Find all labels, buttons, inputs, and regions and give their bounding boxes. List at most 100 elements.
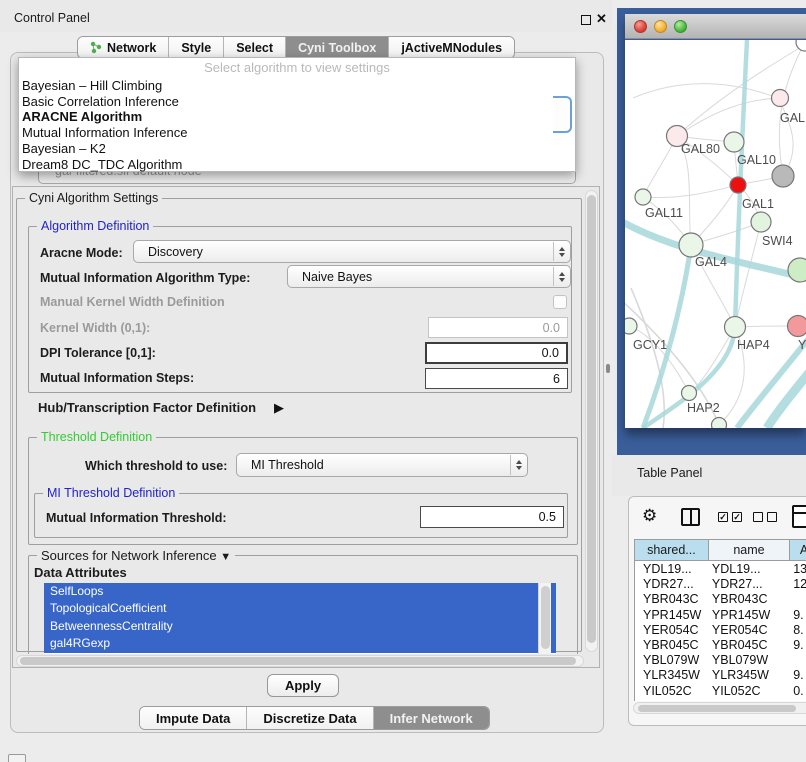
- table-row[interactable]: YDL19...YDL19...13: [635, 562, 806, 577]
- mi-steps-label: Mutual Information Steps:: [40, 371, 194, 385]
- table-cell: YBR045C: [635, 638, 709, 653]
- table-cell: YIL052C: [709, 684, 790, 699]
- column-header-a[interactable]: A: [790, 540, 806, 560]
- network-node[interactable]: [712, 418, 727, 429]
- attributes-scrollbar-thumb[interactable]: [541, 586, 550, 649]
- which-threshold-combo[interactable]: MI Threshold: [236, 453, 528, 477]
- table-row[interactable]: YER054CYER054C8.: [635, 623, 806, 638]
- table-cell: YPR145W: [709, 608, 790, 623]
- network-window-titlebar[interactable]: [625, 14, 806, 39]
- node-label-gal1: GAL1: [742, 197, 774, 211]
- attribute-item-selfloops[interactable]: SelfLoops: [44, 583, 556, 600]
- tab-label: Style: [181, 41, 211, 55]
- window-corner-icon[interactable]: [8, 754, 26, 762]
- network-node[interactable]: [772, 165, 794, 187]
- data-attributes-list[interactable]: SelfLoopsTopologicalCoefficientBetweenne…: [44, 583, 556, 654]
- aracne-mode-label: Aracne Mode:: [40, 246, 123, 260]
- select-all-icon[interactable]: ✓: [718, 512, 728, 522]
- deselect-all-icon[interactable]: [753, 512, 763, 522]
- algorithm-combo-focus-ring: [553, 96, 572, 133]
- column-browser-icon[interactable]: [681, 508, 700, 526]
- data-attributes-label: Data Attributes: [34, 565, 127, 580]
- column-header-shared[interactable]: shared...: [635, 540, 709, 560]
- attributes-scrollbar[interactable]: [538, 583, 551, 654]
- mi-algorithm-type-value: Naive Bayes: [302, 270, 372, 284]
- algorithm-option-bayesian-k2[interactable]: Bayesian – K2: [19, 141, 575, 157]
- splitter-grip[interactable]: [606, 364, 610, 373]
- settings-vertical-scrollbar[interactable]: [585, 190, 598, 652]
- mi-threshold-field[interactable]: 0.5: [420, 506, 564, 528]
- table-mode-icon[interactable]: [792, 505, 806, 528]
- node-label-gal11: GAL11: [645, 206, 683, 220]
- sources-collapse-arrow-icon[interactable]: ▼: [220, 551, 231, 563]
- mac-zoom-icon[interactable]: [674, 20, 687, 33]
- network-node[interactable]: [724, 132, 744, 152]
- network-canvas[interactable]: GALGAL80GAL10GAL11GAL1GAL4SWI4GCY1HAP4YH…: [625, 40, 806, 428]
- attribute-item-betweennesscentrality[interactable]: BetweennessCentrality: [44, 618, 556, 635]
- table-cell: 0.: [790, 684, 806, 699]
- table-hscrollbar-thumb[interactable]: [638, 705, 796, 712]
- table-cell: YDL19...: [635, 562, 709, 577]
- close-icon[interactable]: ✕: [596, 11, 607, 27]
- algorithm-dropdown-items: Bayesian – Hill ClimbingBasic Correlatio…: [19, 78, 575, 172]
- network-node[interactable]: [682, 386, 697, 401]
- network-node[interactable]: [725, 317, 746, 338]
- mi-algorithm-type-combo[interactable]: Naive Bayes: [287, 265, 571, 288]
- table-row[interactable]: YPR145WYPR145W9.: [635, 608, 806, 623]
- tab-discretize-data[interactable]: Discretize Data: [247, 707, 373, 729]
- table-header-row: shared...nameA: [635, 540, 806, 561]
- algorithm-option-basic-correlation-inference[interactable]: Basic Correlation Inference: [19, 94, 575, 110]
- table-row[interactable]: YIL052CYIL052C0.: [635, 684, 806, 699]
- table-row[interactable]: YBR045CYBR045C9.: [635, 638, 806, 653]
- settings-vscrollbar-thumb[interactable]: [587, 195, 596, 643]
- manual-kernel-checkbox[interactable]: [553, 295, 567, 309]
- network-node[interactable]: [772, 90, 789, 107]
- table-row[interactable]: YDR27...YDR27...12: [635, 577, 806, 592]
- tab-label: jActiveMNodules: [401, 41, 502, 55]
- network-node[interactable]: [788, 258, 806, 282]
- gear-icon[interactable]: ⚙: [642, 506, 657, 526]
- node-label-swi4: SWI4: [762, 234, 793, 248]
- mac-minimize-icon[interactable]: [654, 20, 667, 33]
- network-node[interactable]: [635, 189, 651, 205]
- algorithm-option-mutual-information-inference[interactable]: Mutual Information Inference: [19, 125, 575, 141]
- tab-select[interactable]: Select: [224, 37, 286, 58]
- tab-network[interactable]: Network: [78, 37, 169, 58]
- settings-horizontal-scrollbar[interactable]: [16, 655, 584, 667]
- network-node[interactable]: [730, 177, 746, 193]
- float-window-icon[interactable]: [581, 15, 591, 25]
- select-all-icon-2[interactable]: ✓: [732, 512, 742, 522]
- algorithm-option-aracne-algorithm[interactable]: ARACNE Algorithm: [19, 109, 575, 125]
- mac-close-icon[interactable]: [634, 20, 647, 33]
- column-header-name[interactable]: name: [709, 540, 790, 560]
- network-node[interactable]: [788, 316, 806, 337]
- table-horizontal-scrollbar[interactable]: [633, 702, 806, 714]
- attribute-item-topologicalcoefficient[interactable]: TopologicalCoefficient: [44, 600, 556, 617]
- network-node[interactable]: [679, 233, 703, 257]
- table-row[interactable]: YLR345WYLR345W9.: [635, 668, 806, 683]
- network-node[interactable]: [751, 212, 771, 232]
- tab-style[interactable]: Style: [169, 37, 224, 58]
- apply-button[interactable]: Apply: [267, 674, 339, 697]
- mi-steps-field[interactable]: 6: [425, 368, 568, 389]
- tab-infer-network[interactable]: Infer Network: [374, 707, 489, 729]
- hub-expand-arrow-icon[interactable]: ▶: [274, 400, 284, 416]
- which-threshold-label: Which threshold to use:: [85, 459, 227, 473]
- attribute-item-gal4rgexp[interactable]: gal4RGexp: [44, 635, 556, 652]
- dpi-tolerance-field[interactable]: 0.0: [425, 342, 568, 364]
- sources-title: Sources for Network Inference: [41, 548, 217, 563]
- table-cell: 12: [790, 577, 806, 592]
- tab-impute-data[interactable]: Impute Data: [140, 707, 247, 729]
- deselect-all-icon-2[interactable]: [767, 512, 777, 522]
- tab-jactivemnodules[interactable]: jActiveMNodules: [389, 37, 514, 58]
- network-node[interactable]: [625, 318, 637, 334]
- algorithm-option-bayesian-hill-climbing[interactable]: Bayesian – Hill Climbing: [19, 78, 575, 94]
- table-row[interactable]: YBR043CYBR043C: [635, 592, 806, 607]
- settings-hscrollbar-thumb[interactable]: [20, 657, 576, 665]
- algorithm-option-dream8-dc-tdc-algorithm[interactable]: Dream8 DC_TDC Algorithm: [19, 157, 575, 173]
- aracne-mode-combo[interactable]: Discovery: [133, 240, 571, 263]
- control-panel-title: Control Panel: [14, 11, 90, 25]
- tab-cyni-toolbox[interactable]: Cyni Toolbox: [286, 37, 389, 58]
- node-label-y: Y: [798, 338, 806, 352]
- table-row[interactable]: YBL079WYBL079W: [635, 653, 806, 668]
